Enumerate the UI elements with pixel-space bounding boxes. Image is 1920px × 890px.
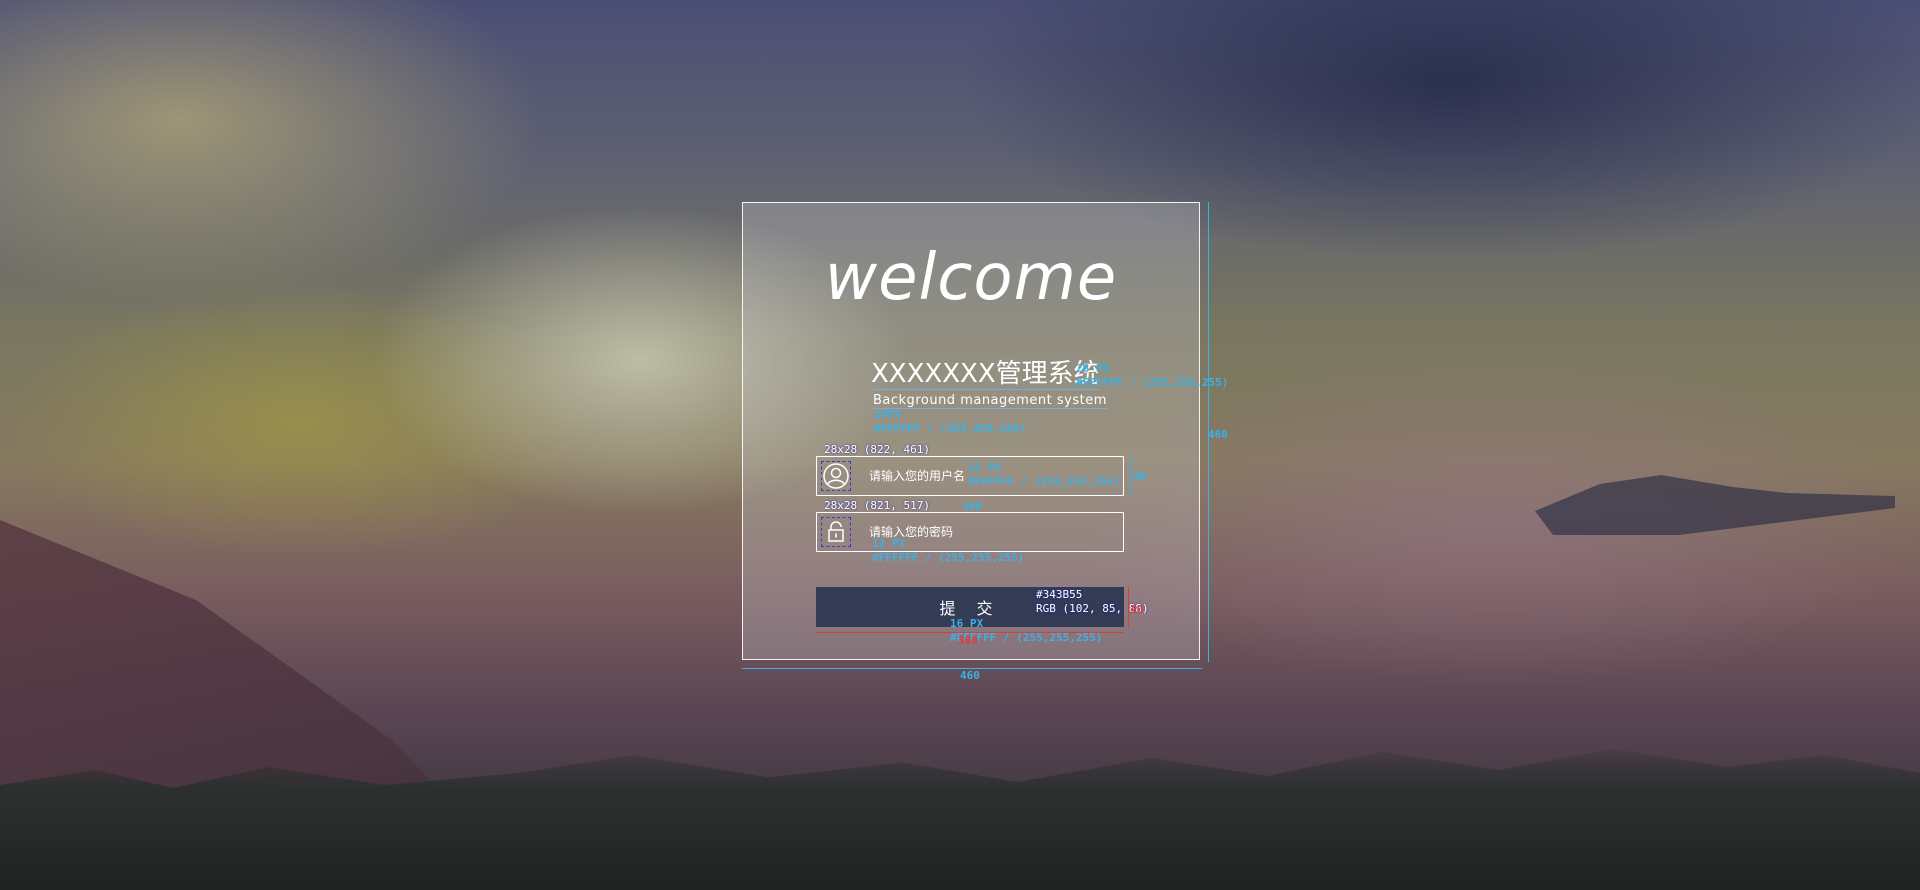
annotation-panel-height: 460 <box>1208 428 1228 441</box>
lock-icon <box>821 517 851 547</box>
system-subtitle: Background management system <box>873 393 1107 409</box>
annotation-pass-text-size: 12 PX <box>872 537 906 550</box>
annotation-pass-icon-spec: 28x28 (821, 517) <box>824 499 930 512</box>
welcome-heading: welcome <box>824 241 1118 315</box>
annotation-line <box>1128 587 1129 627</box>
annotation-title-color: #FFFFFF / (255,255,255) <box>1076 376 1229 389</box>
password-field[interactable] <box>816 512 1124 552</box>
annotation-subtitle-color: #FFFFFF / (255,255,255) <box>874 422 1027 435</box>
annotation-title-size: 26 PX <box>1076 362 1110 375</box>
annotation-line <box>815 632 1123 633</box>
annotation-button-hex: #343B55 <box>1036 588 1083 601</box>
annotation-button-text-size: 16 PX <box>950 617 984 630</box>
annotation-pass-text-color: #FFFFFF / (255,255,255) <box>872 551 1025 564</box>
login-page: welcome XXXXXXX管理系统 Background managemen… <box>0 0 1920 890</box>
annotation-button-width: 300 <box>958 634 978 647</box>
annotation-gap-label: 300 <box>962 500 982 513</box>
annotation-button-height: 40 <box>1130 603 1144 616</box>
annotation-user-text-size: 12 PX <box>968 461 1002 474</box>
annotation-user-icon-spec: 28x28 (822, 461) <box>824 443 930 456</box>
annotation-panel-width: 460 <box>960 669 980 682</box>
annotation-field-height: 40 <box>1133 470 1147 483</box>
annotation-user-text-color: #FFFFFF / (255,255,255) <box>968 475 1121 488</box>
user-icon <box>821 461 851 491</box>
annotation-subtitle-size: 14PX <box>874 408 901 421</box>
annotation-line <box>1130 455 1131 495</box>
system-title: XXXXXXX管理系统 <box>871 359 1100 390</box>
